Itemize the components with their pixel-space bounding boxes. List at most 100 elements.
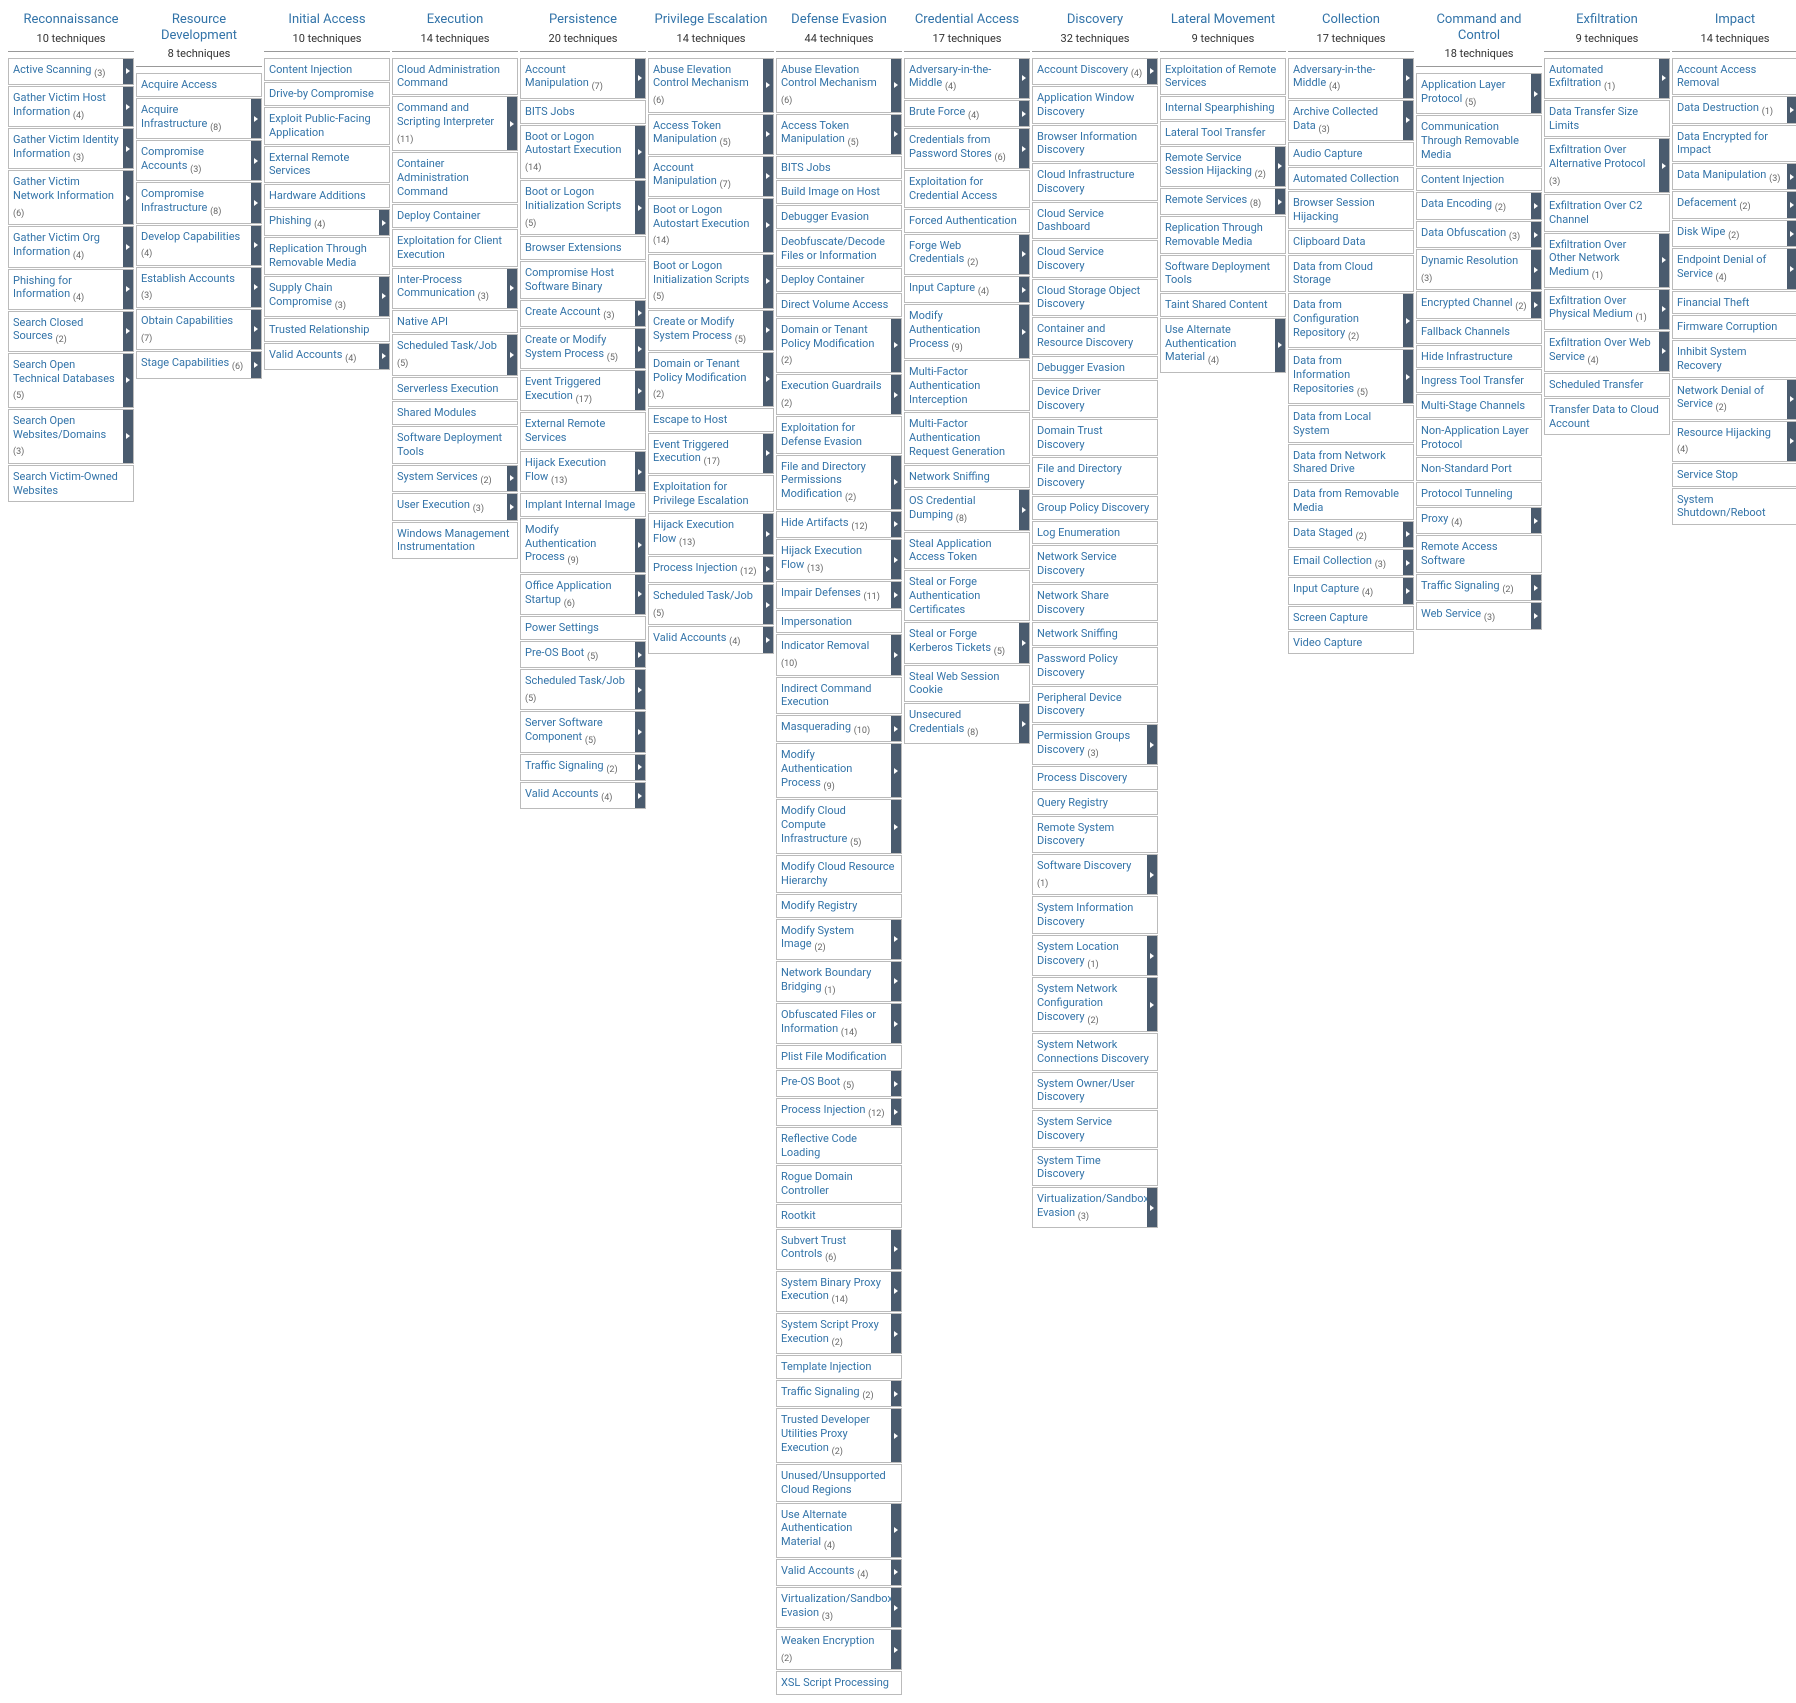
technique-cell[interactable]: Software Discovery (1) — [1032, 854, 1158, 895]
technique-cell[interactable]: Web Service (3) — [1416, 602, 1542, 629]
expand-icon[interactable] — [763, 434, 773, 473]
technique-cell[interactable]: Network Service Discovery — [1032, 545, 1158, 583]
technique-cell[interactable]: Scheduled Transfer — [1544, 373, 1670, 397]
tactic-name[interactable]: Persistence — [522, 12, 644, 28]
technique-cell[interactable]: Server Software Component (5) — [520, 711, 646, 752]
technique-cell[interactable]: Forge Web Credentials (2) — [904, 234, 1030, 275]
technique-cell[interactable]: Power Settings — [520, 616, 646, 640]
expand-icon[interactable] — [379, 344, 389, 369]
technique-cell[interactable]: System Time Discovery — [1032, 1149, 1158, 1187]
expand-icon[interactable] — [891, 1381, 901, 1406]
technique-cell[interactable]: Access Token Manipulation (5) — [648, 114, 774, 155]
technique-cell[interactable]: Supply Chain Compromise (3) — [264, 276, 390, 317]
expand-icon[interactable] — [1019, 305, 1029, 358]
technique-cell[interactable]: Build Image on Host — [776, 180, 902, 204]
expand-icon[interactable] — [1147, 1188, 1157, 1227]
expand-icon[interactable] — [763, 311, 773, 350]
technique-cell[interactable]: Network Boundary Bridging (1) — [776, 961, 902, 1002]
technique-cell[interactable]: Create or Modify System Process (5) — [648, 310, 774, 351]
technique-cell[interactable]: Weaken Encryption (2) — [776, 1629, 902, 1670]
technique-cell[interactable]: Defacement (2) — [1672, 191, 1796, 218]
expand-icon[interactable] — [763, 557, 773, 582]
technique-cell[interactable]: Software Deployment Tools — [392, 426, 518, 464]
technique-cell[interactable]: Dynamic Resolution (3) — [1416, 249, 1542, 290]
expand-icon[interactable] — [1403, 350, 1413, 403]
technique-cell[interactable]: Use Alternate Authentication Material (4… — [776, 1503, 902, 1558]
technique-cell[interactable]: Traffic Signaling (2) — [776, 1380, 902, 1407]
expand-icon[interactable] — [1659, 290, 1669, 329]
expand-icon[interactable] — [507, 494, 517, 519]
technique-cell[interactable]: Gather Victim Org Information (4) — [8, 226, 134, 267]
technique-cell[interactable]: Hide Artifacts (12) — [776, 511, 902, 538]
technique-cell[interactable]: Scheduled Task/Job (5) — [648, 584, 774, 625]
technique-cell[interactable]: Exploitation for Privilege Escalation — [648, 475, 774, 513]
technique-cell[interactable]: System Script Proxy Execution (2) — [776, 1313, 902, 1354]
expand-icon[interactable] — [763, 115, 773, 154]
expand-icon[interactable] — [1787, 380, 1796, 419]
technique-cell[interactable]: Search Open Websites/Domains (3) — [8, 409, 134, 464]
technique-cell[interactable]: Impersonation — [776, 610, 902, 634]
expand-icon[interactable] — [635, 519, 645, 572]
technique-cell[interactable]: Steal Web Session Cookie — [904, 665, 1030, 703]
technique-cell[interactable]: Endpoint Denial of Service (4) — [1672, 248, 1796, 289]
technique-cell[interactable]: OS Credential Dumping (8) — [904, 489, 1030, 530]
technique-cell[interactable]: Data Destruction (1) — [1672, 96, 1796, 123]
technique-cell[interactable]: Proxy (4) — [1416, 507, 1542, 534]
expand-icon[interactable] — [635, 181, 645, 234]
technique-cell[interactable]: Audio Capture — [1288, 142, 1414, 166]
expand-icon[interactable] — [635, 755, 645, 780]
expand-icon[interactable] — [763, 59, 773, 112]
technique-cell[interactable]: Inhibit System Recovery — [1672, 340, 1796, 378]
technique-cell[interactable]: Replication Through Removable Media — [1160, 216, 1286, 254]
technique-cell[interactable]: Access Token Manipulation (5) — [776, 114, 902, 155]
technique-cell[interactable]: Process Injection (12) — [776, 1098, 902, 1125]
expand-icon[interactable] — [891, 59, 901, 112]
tactic-header[interactable]: Collection17 techniques — [1288, 8, 1414, 52]
tactic-name[interactable]: Impact — [1674, 12, 1796, 28]
expand-icon[interactable] — [891, 920, 901, 959]
technique-cell[interactable]: Transfer Data to Cloud Account — [1544, 398, 1670, 436]
technique-cell[interactable]: Acquire Access — [136, 73, 262, 97]
expand-icon[interactable] — [1659, 332, 1669, 371]
expand-icon[interactable] — [1403, 578, 1413, 603]
expand-icon[interactable] — [251, 183, 261, 222]
technique-cell[interactable]: Brute Force (4) — [904, 100, 1030, 127]
technique-cell[interactable]: Impair Defenses (11) — [776, 581, 902, 608]
tactic-header[interactable]: Execution14 techniques — [392, 8, 518, 52]
expand-icon[interactable] — [507, 97, 517, 150]
technique-cell[interactable]: Multi-Factor Authentication Interception — [904, 360, 1030, 411]
technique-cell[interactable]: Multi-Factor Authentication Request Gene… — [904, 412, 1030, 463]
expand-icon[interactable] — [1531, 222, 1541, 247]
expand-icon[interactable] — [1659, 139, 1669, 192]
technique-cell[interactable]: Adversary-in-the-Middle (4) — [1288, 58, 1414, 99]
technique-cell[interactable]: Hijack Execution Flow (13) — [776, 539, 902, 580]
technique-cell[interactable]: Indicator Removal (10) — [776, 634, 902, 675]
technique-cell[interactable]: Plist File Modification — [776, 1045, 902, 1069]
technique-cell[interactable]: Archive Collected Data (3) — [1288, 100, 1414, 141]
technique-cell[interactable]: Exploitation for Client Execution — [392, 229, 518, 267]
technique-cell[interactable]: Valid Accounts (4) — [648, 626, 774, 653]
technique-cell[interactable]: Permission Groups Discovery (3) — [1032, 724, 1158, 765]
technique-cell[interactable]: Process Injection (12) — [648, 556, 774, 583]
tactic-header[interactable]: Privilege Escalation14 techniques — [648, 8, 774, 52]
technique-cell[interactable]: Network Denial of Service (2) — [1672, 379, 1796, 420]
technique-cell[interactable]: Event Triggered Execution (17) — [648, 433, 774, 474]
technique-cell[interactable]: Virtualization/Sandbox Evasion (3) — [1032, 1187, 1158, 1228]
tactic-name[interactable]: Exfiltration — [1546, 12, 1668, 28]
technique-cell[interactable]: Internal Spearphishing — [1160, 96, 1286, 120]
expand-icon[interactable] — [891, 962, 901, 1001]
technique-cell[interactable]: Exfiltration Over C2 Channel — [1544, 194, 1670, 232]
expand-icon[interactable] — [891, 1230, 901, 1269]
technique-cell[interactable]: Deobfuscate/Decode Files or Information — [776, 230, 902, 268]
technique-cell[interactable]: Boot or Logon Initialization Scripts (5) — [520, 180, 646, 235]
technique-cell[interactable]: System Services (2) — [392, 465, 518, 492]
technique-cell[interactable]: Abuse Elevation Control Mechanism (6) — [648, 58, 774, 113]
expand-icon[interactable] — [1531, 74, 1541, 113]
expand-icon[interactable] — [1019, 704, 1029, 743]
technique-cell[interactable]: Obtain Capabilities (7) — [136, 309, 262, 350]
technique-cell[interactable]: Network Sniffing — [1032, 622, 1158, 646]
technique-cell[interactable]: File and Directory Discovery — [1032, 457, 1158, 495]
expand-icon[interactable] — [635, 301, 645, 326]
technique-cell[interactable]: Screen Capture — [1288, 606, 1414, 630]
expand-icon[interactable] — [635, 670, 645, 709]
